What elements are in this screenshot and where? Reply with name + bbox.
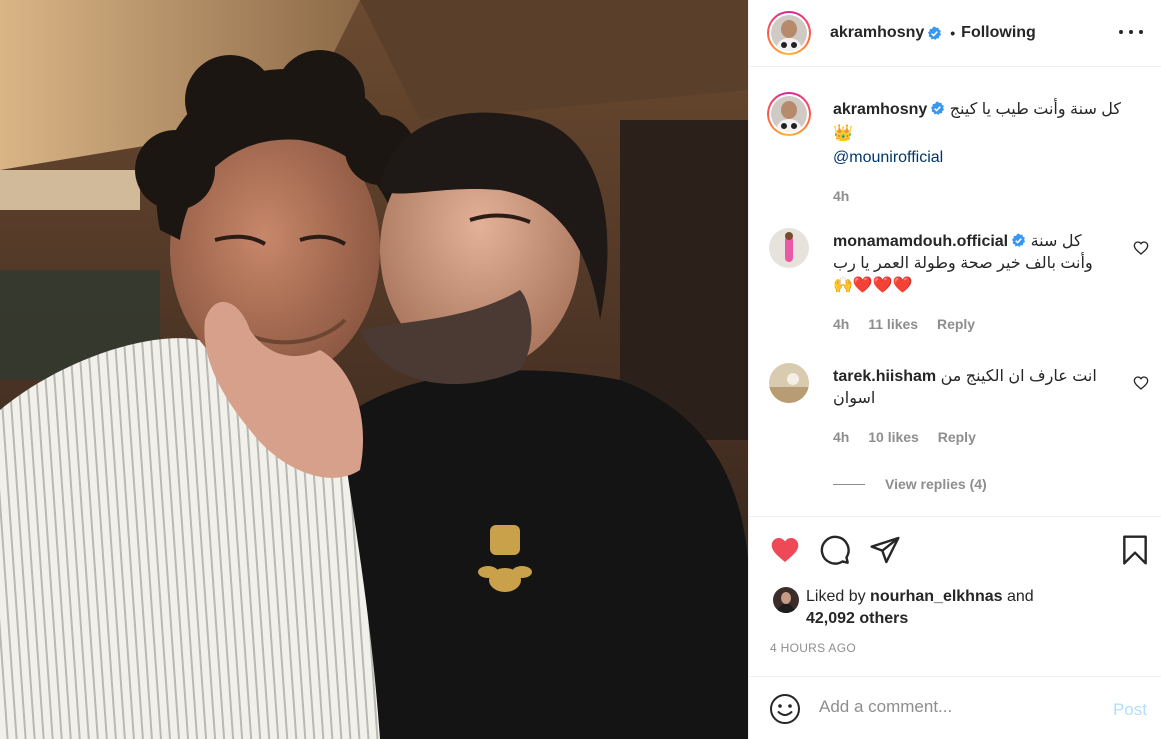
- verified-badge-icon: [931, 101, 945, 115]
- comment-time[interactable]: 4h: [833, 429, 849, 445]
- caption-text: كل سنة وأنت طيب يا كينج: [949, 101, 1122, 118]
- post-side-panel: akramhosny • Following akramhosny كل سنة…: [748, 0, 1161, 739]
- comment-username[interactable]: monamamdouh.official: [833, 233, 1008, 250]
- post-actions: Liked by nourhan_elkhnas and 42,092 othe…: [749, 516, 1161, 676]
- heart-filled-icon[interactable]: [769, 534, 801, 566]
- photo-illustration: [0, 0, 748, 739]
- bookmark-icon[interactable]: [1119, 534, 1151, 566]
- comment-icon[interactable]: [819, 534, 851, 566]
- following-button[interactable]: Following: [961, 24, 1036, 42]
- liked-by-and: and: [1006, 588, 1034, 605]
- comment-time[interactable]: 4h: [833, 316, 849, 332]
- comment-item: tarek.hiisham انت عارف ان الكينج من اسوا…: [767, 363, 1149, 448]
- view-replies-line: [833, 483, 865, 485]
- liked-by-user[interactable]: nourhan_elkhnas: [870, 588, 1002, 605]
- heart-outline-icon[interactable]: [1133, 375, 1149, 391]
- more-options-icon[interactable]: [1119, 22, 1143, 42]
- separator-dot: •: [950, 25, 956, 41]
- caption-time[interactable]: 4h: [833, 188, 849, 204]
- post-photo[interactable]: [0, 0, 748, 739]
- reply-button[interactable]: Reply: [938, 429, 976, 445]
- add-comment-input[interactable]: [819, 697, 1089, 717]
- commenter-avatar[interactable]: [769, 228, 809, 268]
- commenter-avatar-image: [769, 228, 809, 268]
- comment-likes[interactable]: 10 likes: [868, 429, 919, 445]
- author-username[interactable]: akramhosny: [830, 24, 924, 42]
- comment-emojis: 🙌❤️❤️❤️: [833, 277, 913, 294]
- share-icon[interactable]: [869, 534, 901, 566]
- liked-by-prefix: Liked by: [806, 588, 866, 605]
- heart-outline-icon[interactable]: [1133, 240, 1149, 256]
- comment-text-line1: انت عارف ان الكينج من: [940, 368, 1097, 385]
- reply-button[interactable]: Reply: [937, 316, 975, 332]
- post-header: akramhosny • Following: [749, 0, 1161, 67]
- verified-badge-icon: [1012, 233, 1026, 247]
- view-replies-label: View replies (4): [885, 476, 987, 492]
- author-avatar-image: [771, 15, 807, 51]
- comments-list[interactable]: akramhosny كل سنة وأنت طيب يا كينج 👑 @mo…: [749, 68, 1161, 516]
- commenter-avatar-image: [769, 363, 809, 403]
- add-comment-bar: Post: [749, 676, 1161, 739]
- comment-text-line2: اسوان: [833, 390, 876, 407]
- comment-text-line2: وأنت بالف خير صحة وطولة العمر يا رب: [833, 255, 1093, 272]
- author-avatar[interactable]: [767, 11, 811, 55]
- comment-text-line1: كل سنة: [1030, 233, 1082, 250]
- post-comment-button[interactable]: Post: [1113, 700, 1147, 720]
- emoji-icon[interactable]: [769, 693, 801, 725]
- post-timestamp[interactable]: 4 HOURS AGO: [770, 641, 856, 655]
- caption-username[interactable]: akramhosny: [833, 101, 927, 118]
- view-replies-button[interactable]: View replies (4): [833, 476, 987, 492]
- likes-count[interactable]: 42,092 others: [806, 610, 908, 627]
- likes-summary: Liked by nourhan_elkhnas and 42,092 othe…: [773, 586, 1034, 630]
- caption-mention-link[interactable]: @mounirofficial: [833, 149, 943, 166]
- liker-avatar-image: [773, 587, 799, 613]
- post-caption: akramhosny كل سنة وأنت طيب يا كينج 👑 @mo…: [767, 92, 1147, 208]
- commenter-avatar[interactable]: [769, 363, 809, 403]
- caption-author-avatar[interactable]: [767, 92, 811, 136]
- comment-likes[interactable]: 11 likes: [868, 316, 918, 332]
- comment-item: monamamdouh.official كل سنة وأنت بالف خي…: [767, 228, 1149, 335]
- comment-username[interactable]: tarek.hiisham: [833, 368, 936, 385]
- liker-avatar[interactable]: [773, 587, 799, 613]
- caption-avatar-image: [771, 96, 807, 132]
- caption-emoji: 👑: [833, 125, 853, 142]
- verified-badge-icon: [928, 25, 942, 40]
